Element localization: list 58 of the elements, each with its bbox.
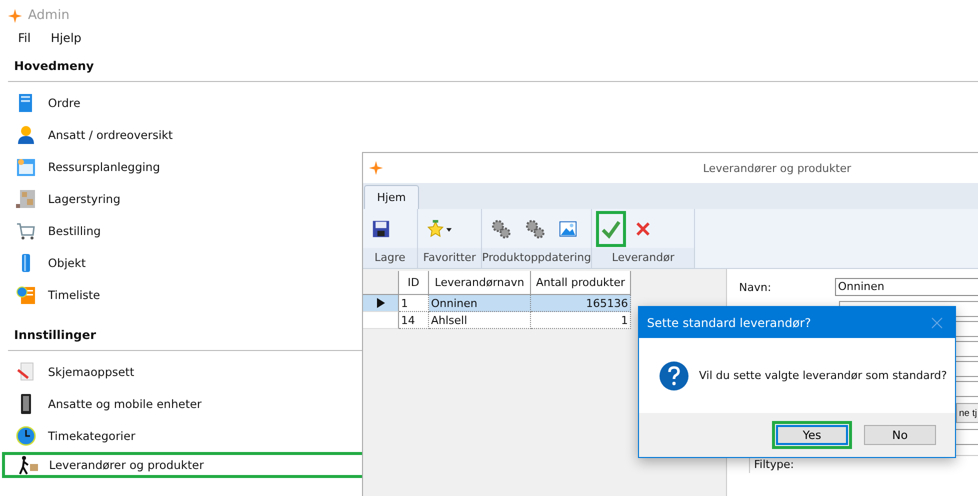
name-field[interactable]: Onninen — [835, 278, 978, 296]
sidebar-item[interactable]: Timekategorier — [48, 429, 136, 443]
dialog-button[interactable]: No — [864, 425, 936, 445]
table-cell: 165136 — [531, 295, 631, 312]
timesheet-icon — [16, 285, 36, 305]
walking-figure-icon — [19, 455, 39, 475]
dialog-message: Vil du sette valgte leverandør som standard? — [699, 369, 947, 382]
ribbon-tab[interactable]: Hjem — [364, 185, 419, 209]
app-logo-icon — [369, 161, 383, 175]
sidebar-item[interactable]: Skjemaoppsett — [48, 365, 134, 379]
column-header[interactable]: Leverandørnavn — [429, 271, 531, 295]
ribbon-group-label: Favoritter — [418, 248, 481, 268]
gears-icon — [525, 218, 545, 238]
calendar-icon — [16, 157, 36, 177]
sidebar-item[interactable]: Ansatte og mobile enheter — [48, 397, 202, 411]
star-icon — [427, 220, 453, 238]
column-header[interactable]: ID — [399, 271, 429, 295]
sidebar-item[interactable]: Ressursplanlegging — [48, 160, 160, 174]
window-title: Admin — [28, 8, 70, 23]
sidebar-item[interactable]: Ansatt / ordreoversikt — [48, 128, 173, 142]
table-cell: 1 — [531, 312, 631, 329]
field-label: Navn: — [738, 280, 772, 294]
table-cell: 14 — [399, 312, 429, 329]
current-row-icon — [376, 298, 384, 308]
check-icon — [601, 218, 622, 238]
sidebar-item[interactable]: Leverandører og produkter — [49, 458, 204, 472]
table-cell: Onninen — [429, 295, 531, 312]
sidebar-item[interactable]: Objekt — [48, 256, 86, 270]
dialog-button[interactable]: Yes — [776, 425, 848, 445]
row-header[interactable] — [363, 295, 399, 312]
table-cell: Ahlsell — [429, 312, 531, 329]
sidebar-item[interactable]: Timeliste — [48, 288, 100, 302]
form-icon — [16, 362, 36, 382]
sidebar-item[interactable]: Lagerstyring — [48, 192, 120, 206]
menu-item[interactable]: Fil — [10, 31, 39, 45]
gears-icon — [491, 218, 511, 238]
clock-icon — [16, 426, 36, 446]
menu-item[interactable]: Hjelp — [42, 31, 90, 45]
shelf-icon — [16, 189, 36, 209]
table-cell: 1 — [399, 295, 429, 312]
form-button[interactable]: ne tj — [956, 403, 978, 423]
dialog-title: Sette standard leverandør? — [647, 316, 812, 330]
window-title: Leverandører og produkter — [703, 162, 852, 174]
question-icon — [659, 360, 689, 390]
ribbon-group-label: Produktoppdatering — [482, 248, 592, 268]
close-icon — [635, 220, 652, 236]
save-icon — [372, 220, 390, 238]
sidebar-item[interactable]: Bestilling — [48, 224, 101, 238]
app-logo-icon — [8, 8, 22, 22]
sidebar-item[interactable]: Ordre — [48, 96, 80, 110]
column-header[interactable]: Antall produkter — [531, 271, 631, 295]
person-icon — [16, 125, 36, 145]
cart-icon — [16, 221, 36, 241]
section-title: Innstillinger — [14, 327, 96, 344]
ribbon-group-label: Lagre — [363, 248, 417, 268]
ribbon-group-label: Leverandør — [592, 248, 694, 268]
image-icon — [559, 220, 577, 238]
section-title: Hovedmeny — [14, 58, 94, 75]
